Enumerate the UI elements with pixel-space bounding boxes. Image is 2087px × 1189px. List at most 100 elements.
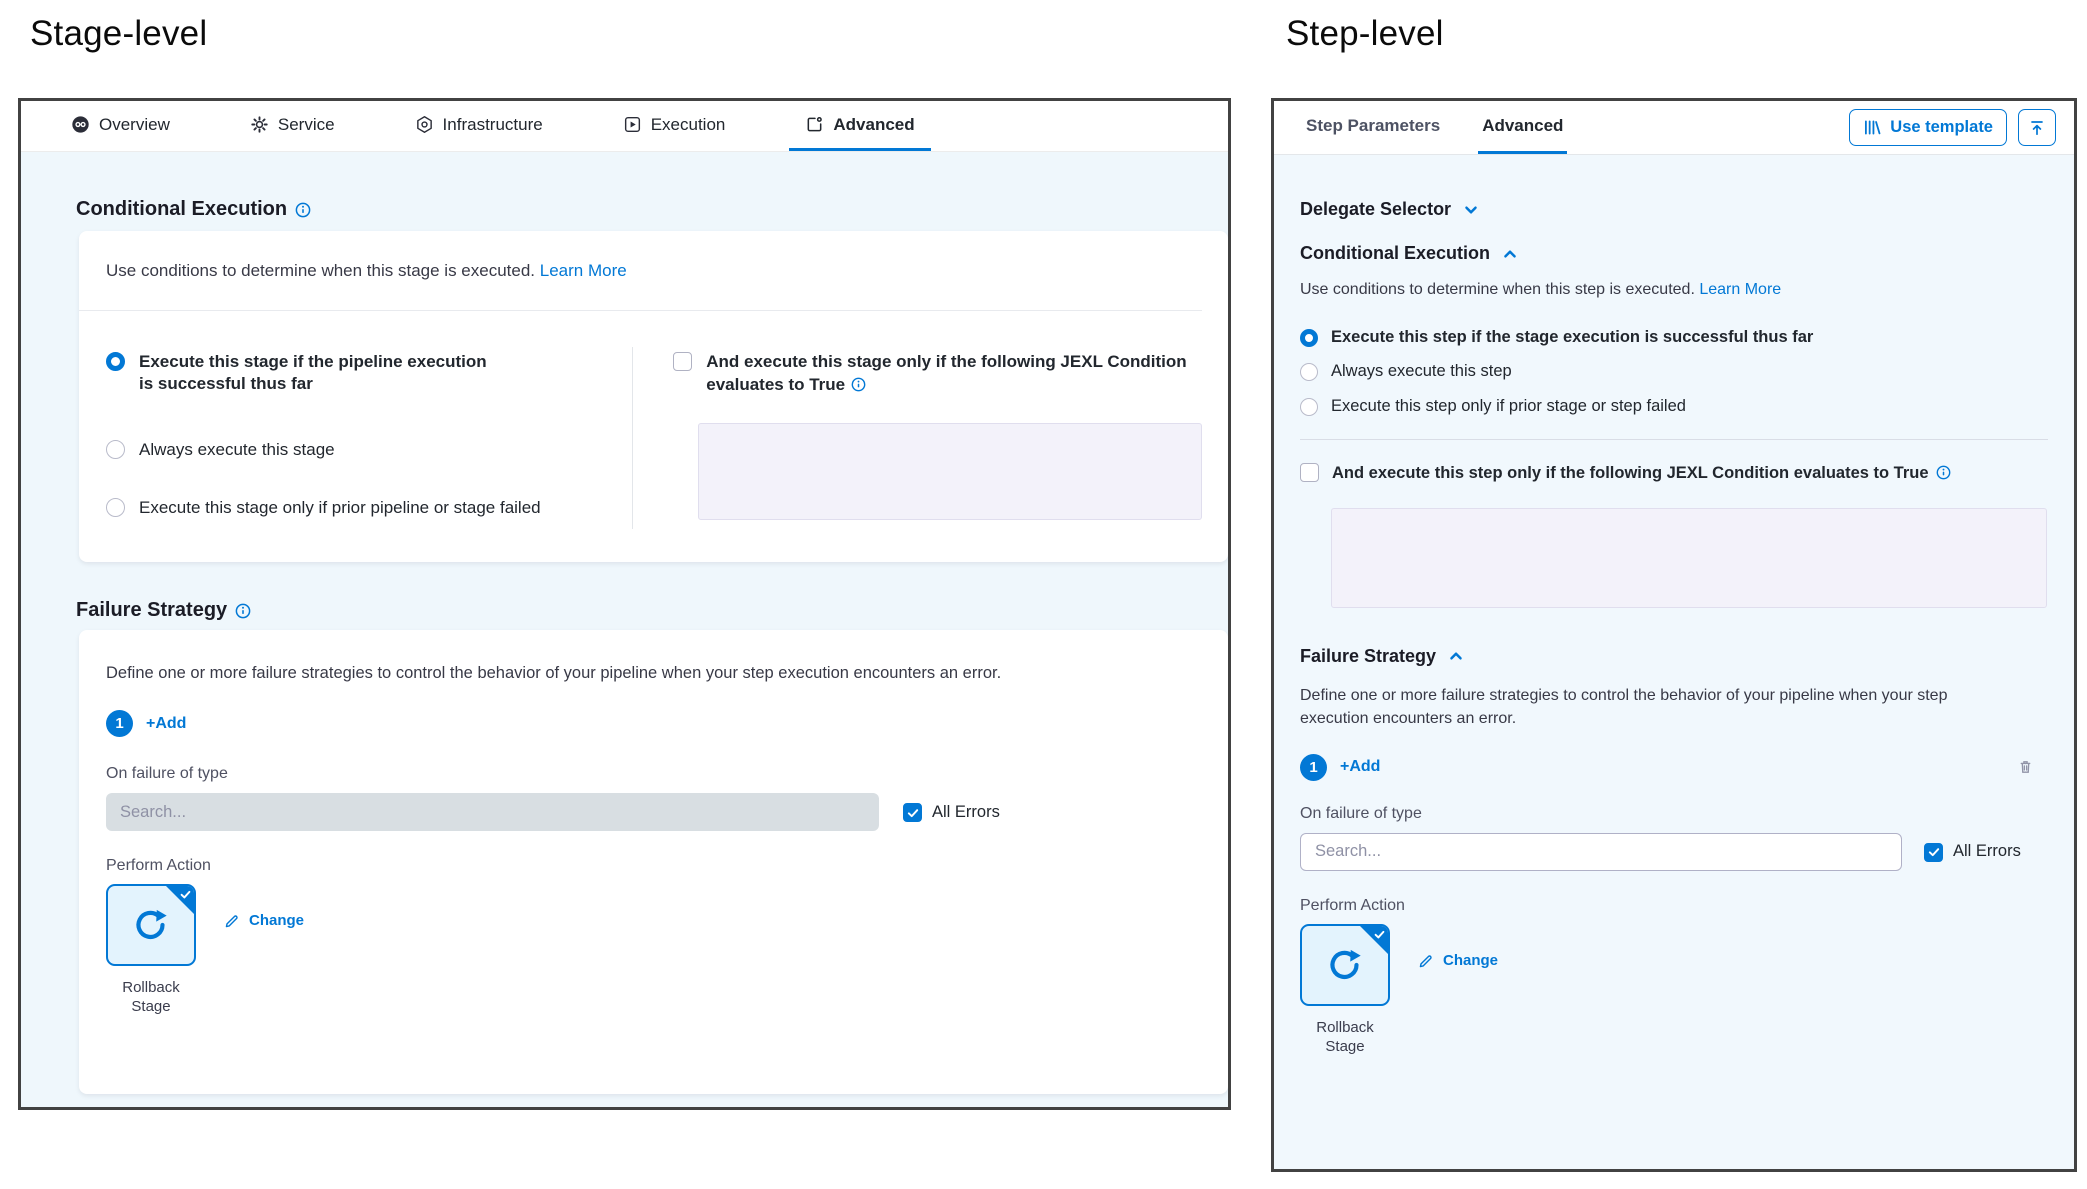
info-icon[interactable]	[1936, 465, 1951, 480]
jexl-label-text: And execute this step only if the follow…	[1332, 464, 1929, 482]
on-failure-label: On failure of type	[106, 765, 1228, 783]
all-errors-checkbox[interactable]	[1924, 843, 1943, 862]
check-icon	[906, 806, 920, 820]
radio-selected[interactable]	[106, 352, 125, 371]
tab-execution[interactable]: Execution	[607, 101, 742, 151]
radio-unselected[interactable]	[1300, 398, 1318, 416]
all-errors-option[interactable]: All Errors	[903, 802, 1000, 822]
tab-label: Service	[278, 115, 335, 135]
failure-type-row: All Errors	[1300, 833, 2048, 871]
jexl-condition-input[interactable]	[698, 423, 1202, 520]
rollback-stage-tile[interactable]	[106, 884, 196, 966]
delete-strategy-button[interactable]	[2017, 758, 2034, 776]
chevron-up-icon	[1502, 246, 1518, 262]
strategy-badge-row: 1 +Add	[106, 710, 1228, 737]
gear-icon	[250, 115, 269, 134]
failure-strategy-body: Define one or more failure strategies to…	[79, 630, 1228, 1017]
action-tile-wrap: Rollback Stage	[1300, 924, 1390, 1057]
change-action-button[interactable]: Change	[224, 912, 304, 929]
section-title: Failure Strategy	[76, 599, 227, 622]
failure-strategy-card: Define one or more failure strategies to…	[79, 630, 1228, 1094]
pencil-icon	[1418, 952, 1435, 969]
jexl-label: And execute this step only if the follow…	[1332, 462, 1951, 484]
strategy-count-badge[interactable]: 1	[106, 710, 133, 737]
info-icon[interactable]	[851, 377, 866, 392]
radio-option-always[interactable]: Always execute this stage	[106, 439, 612, 461]
radio-option-failed[interactable]: Execute this stage only if prior pipelin…	[106, 497, 612, 519]
failure-type-search-input[interactable]	[106, 793, 879, 831]
failure-strategy-header[interactable]: Failure Strategy	[1300, 646, 2048, 667]
section-title: Delegate Selector	[1300, 199, 1451, 220]
add-strategy-button[interactable]: +Add	[1340, 758, 1380, 776]
radio-label: Execute this step only if prior stage or…	[1331, 396, 1686, 417]
failure-type-search-input[interactable]	[1300, 833, 1902, 871]
radio-selected[interactable]	[1300, 329, 1318, 347]
radio-group: Execute this step if the stage execution…	[1300, 327, 2048, 417]
all-errors-checkbox[interactable]	[903, 803, 922, 822]
stage-advanced-panel: Overview Service Infrastructure Executio…	[18, 98, 1231, 1110]
overview-icon	[71, 115, 90, 134]
radio-group: Execute this stage if the pipeline execu…	[79, 347, 633, 529]
tab-label: Infrastructure	[443, 115, 543, 135]
add-strategy-button[interactable]: +Add	[146, 715, 186, 733]
jexl-condition-input[interactable]	[1331, 508, 2047, 608]
radio-option-always[interactable]: Always execute this step	[1300, 361, 2048, 382]
stage-level-title: Stage-level	[30, 14, 207, 54]
jexl-checkbox[interactable]	[673, 352, 692, 371]
info-icon[interactable]	[235, 603, 251, 619]
radio-label: Execute this step if the stage execution…	[1331, 327, 1813, 348]
description-text: Use conditions to determine when this st…	[106, 261, 535, 280]
execution-icon	[623, 115, 642, 134]
radio-option-success[interactable]: Execute this step if the stage execution…	[1300, 327, 2048, 348]
tab-label: Advanced	[1482, 116, 1563, 136]
step-advanced-content: Delegate Selector Conditional Execution …	[1274, 155, 2074, 1169]
library-icon	[1863, 119, 1882, 136]
radio-option-failed[interactable]: Execute this step only if prior stage or…	[1300, 396, 2048, 417]
change-label: Change	[249, 912, 304, 929]
strategy-badge-row: 1 +Add	[1300, 754, 2048, 781]
stage-tabbar: Overview Service Infrastructure Executio…	[21, 101, 1228, 152]
tab-infrastructure[interactable]: Infrastructure	[399, 101, 559, 151]
learn-more-link[interactable]: Learn More	[1699, 281, 1781, 298]
learn-more-link[interactable]: Learn More	[540, 261, 627, 280]
tab-advanced[interactable]: Advanced	[789, 101, 930, 151]
tab-step-parameters[interactable]: Step Parameters	[1302, 101, 1444, 154]
tab-advanced[interactable]: Advanced	[1478, 101, 1567, 154]
section-title: Conditional Execution	[76, 198, 287, 221]
upload-button[interactable]	[2018, 109, 2056, 146]
radio-option-success[interactable]: Execute this stage if the pipeline execu…	[106, 351, 612, 395]
all-errors-option[interactable]: All Errors	[1924, 842, 2021, 862]
header-spacer	[1567, 101, 1849, 154]
pencil-icon	[224, 912, 241, 929]
conditional-description: Use conditions to determine when this st…	[1300, 281, 2048, 299]
section-title: Conditional Execution	[1300, 243, 1490, 264]
strategy-count-badge[interactable]: 1	[1300, 754, 1327, 781]
tab-label: Advanced	[833, 115, 914, 135]
jexl-checkbox-row[interactable]: And execute this stage only if the follo…	[673, 351, 1228, 397]
conditional-options: Execute this stage if the pipeline execu…	[79, 311, 1228, 529]
use-template-button[interactable]: Use template	[1849, 109, 2007, 146]
conditional-description: Use conditions to determine when this st…	[106, 261, 627, 281]
tab-overview[interactable]: Overview	[55, 101, 186, 151]
jexl-checkbox[interactable]	[1300, 463, 1319, 482]
radio-unselected[interactable]	[106, 440, 125, 459]
description-text: Use conditions to determine when this st…	[1300, 281, 1695, 298]
chevron-up-icon	[1448, 648, 1464, 664]
radio-label: Always execute this step	[1331, 361, 1512, 382]
jexl-checkbox-row[interactable]: And execute this step only if the follow…	[1300, 462, 2048, 484]
step-level-title: Step-level	[1286, 14, 1444, 54]
change-action-button[interactable]: Change	[1418, 952, 1498, 969]
infrastructure-icon	[415, 115, 434, 134]
delegate-selector-header[interactable]: Delegate Selector	[1300, 199, 2048, 220]
radio-unselected[interactable]	[106, 498, 125, 517]
step-advanced-panel: Step Parameters Advanced Use template De…	[1271, 98, 2077, 1172]
rollback-stage-tile[interactable]	[1300, 924, 1390, 1006]
tab-label: Step Parameters	[1306, 116, 1440, 136]
step-header: Step Parameters Advanced Use template	[1274, 101, 2074, 155]
tab-label: Execution	[651, 115, 726, 135]
conditional-execution-header[interactable]: Conditional Execution	[1300, 243, 2048, 264]
perform-action-row: Rollback Stage Change	[1300, 924, 2048, 1057]
radio-unselected[interactable]	[1300, 363, 1318, 381]
info-icon[interactable]	[295, 202, 311, 218]
tab-service[interactable]: Service	[234, 101, 351, 151]
